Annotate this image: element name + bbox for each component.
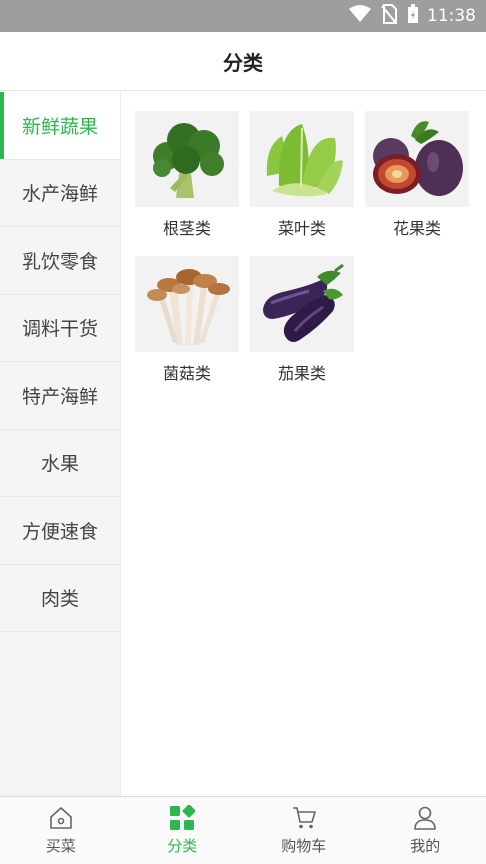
- cart-icon: [291, 805, 317, 831]
- wifi-icon: [349, 5, 371, 27]
- category-content: 根茎类 菜叶类 花果类 菌菇类 茄果类: [122, 92, 486, 796]
- subcategory-label: 茄果类: [277, 364, 326, 383]
- tab-buy-vegetables[interactable]: 买菜: [0, 797, 122, 864]
- sidebar-item-label: 方便速食: [21, 520, 98, 543]
- tab-label: 分类: [167, 837, 198, 855]
- subcategory-mushrooms[interactable]: 菌菇类: [135, 256, 239, 392]
- eggplants-image: [250, 256, 354, 352]
- subcategory-label: 根茎类: [162, 219, 211, 238]
- sidebar-item-fresh-produce[interactable]: 新鲜蔬果: [0, 92, 120, 160]
- subcategory-label: 菌菇类: [162, 364, 211, 383]
- page-header: 分类: [0, 32, 486, 91]
- sidebar-item-label: 乳饮零食: [21, 250, 98, 273]
- sidebar-item-label: 特产海鲜: [21, 385, 98, 408]
- page-title: 分类: [223, 50, 263, 75]
- user-icon: [412, 805, 438, 831]
- sidebar-item-specialty-seafood[interactable]: 特产海鲜: [0, 362, 120, 430]
- tab-label: 我的: [410, 837, 441, 855]
- sidebar-item-label: 新鲜蔬果: [21, 115, 98, 138]
- subcategory-eggplants[interactable]: 茄果类: [250, 256, 354, 392]
- lettuce-image: [250, 111, 354, 207]
- sidebar-item-fruit[interactable]: 水果: [0, 429, 120, 497]
- figs-image: [365, 111, 469, 207]
- category-sidebar: 新鲜蔬果 水产海鲜 乳饮零食 调料干货 特产海鲜 水果 方便速食 肉类: [0, 92, 121, 796]
- sidebar-item-instant-food[interactable]: 方便速食: [0, 497, 120, 565]
- category-grid-icon: [169, 804, 196, 831]
- sidebar-item-label: 调料干货: [21, 318, 98, 341]
- sidebar-item-drinks-snacks[interactable]: 乳饮零食: [0, 227, 120, 295]
- sidebar-item-seafood[interactable]: 水产海鲜: [0, 159, 120, 227]
- subcategory-root-vegetables[interactable]: 根茎类: [135, 111, 239, 247]
- subcategory-label: 花果类: [392, 219, 441, 238]
- tab-mine[interactable]: 我的: [365, 797, 486, 864]
- broccoli-image: [135, 111, 239, 207]
- status-time: 11:38: [427, 6, 476, 26]
- subcategory-leafy-vegetables[interactable]: 菜叶类: [250, 111, 354, 247]
- mushrooms-image: [135, 256, 239, 352]
- sidebar-item-label: 水产海鲜: [21, 183, 98, 206]
- subcategory-label: 菜叶类: [277, 219, 326, 238]
- tab-label: 购物车: [281, 837, 327, 855]
- subcategory-flowers-fruits[interactable]: 花果类: [365, 111, 469, 247]
- subcategory-grid: 根茎类 菜叶类 花果类 菌菇类 茄果类: [135, 111, 480, 401]
- tab-category[interactable]: 分类: [122, 797, 244, 864]
- sidebar-item-meat[interactable]: 肉类: [0, 564, 120, 632]
- sidebar-item-label: 肉类: [40, 588, 79, 611]
- bottom-tab-bar: 买菜 分类 购物车 我的: [0, 796, 486, 864]
- battery-icon: [407, 4, 419, 28]
- tab-label: 买菜: [45, 837, 76, 855]
- sidebar-item-label: 水果: [40, 453, 79, 476]
- no-sim-icon: [381, 4, 397, 28]
- tab-cart[interactable]: 购物车: [243, 797, 365, 864]
- sidebar-item-seasonings[interactable]: 调料干货: [0, 294, 120, 362]
- status-bar: 11:38: [0, 0, 486, 32]
- home-icon: [48, 805, 74, 831]
